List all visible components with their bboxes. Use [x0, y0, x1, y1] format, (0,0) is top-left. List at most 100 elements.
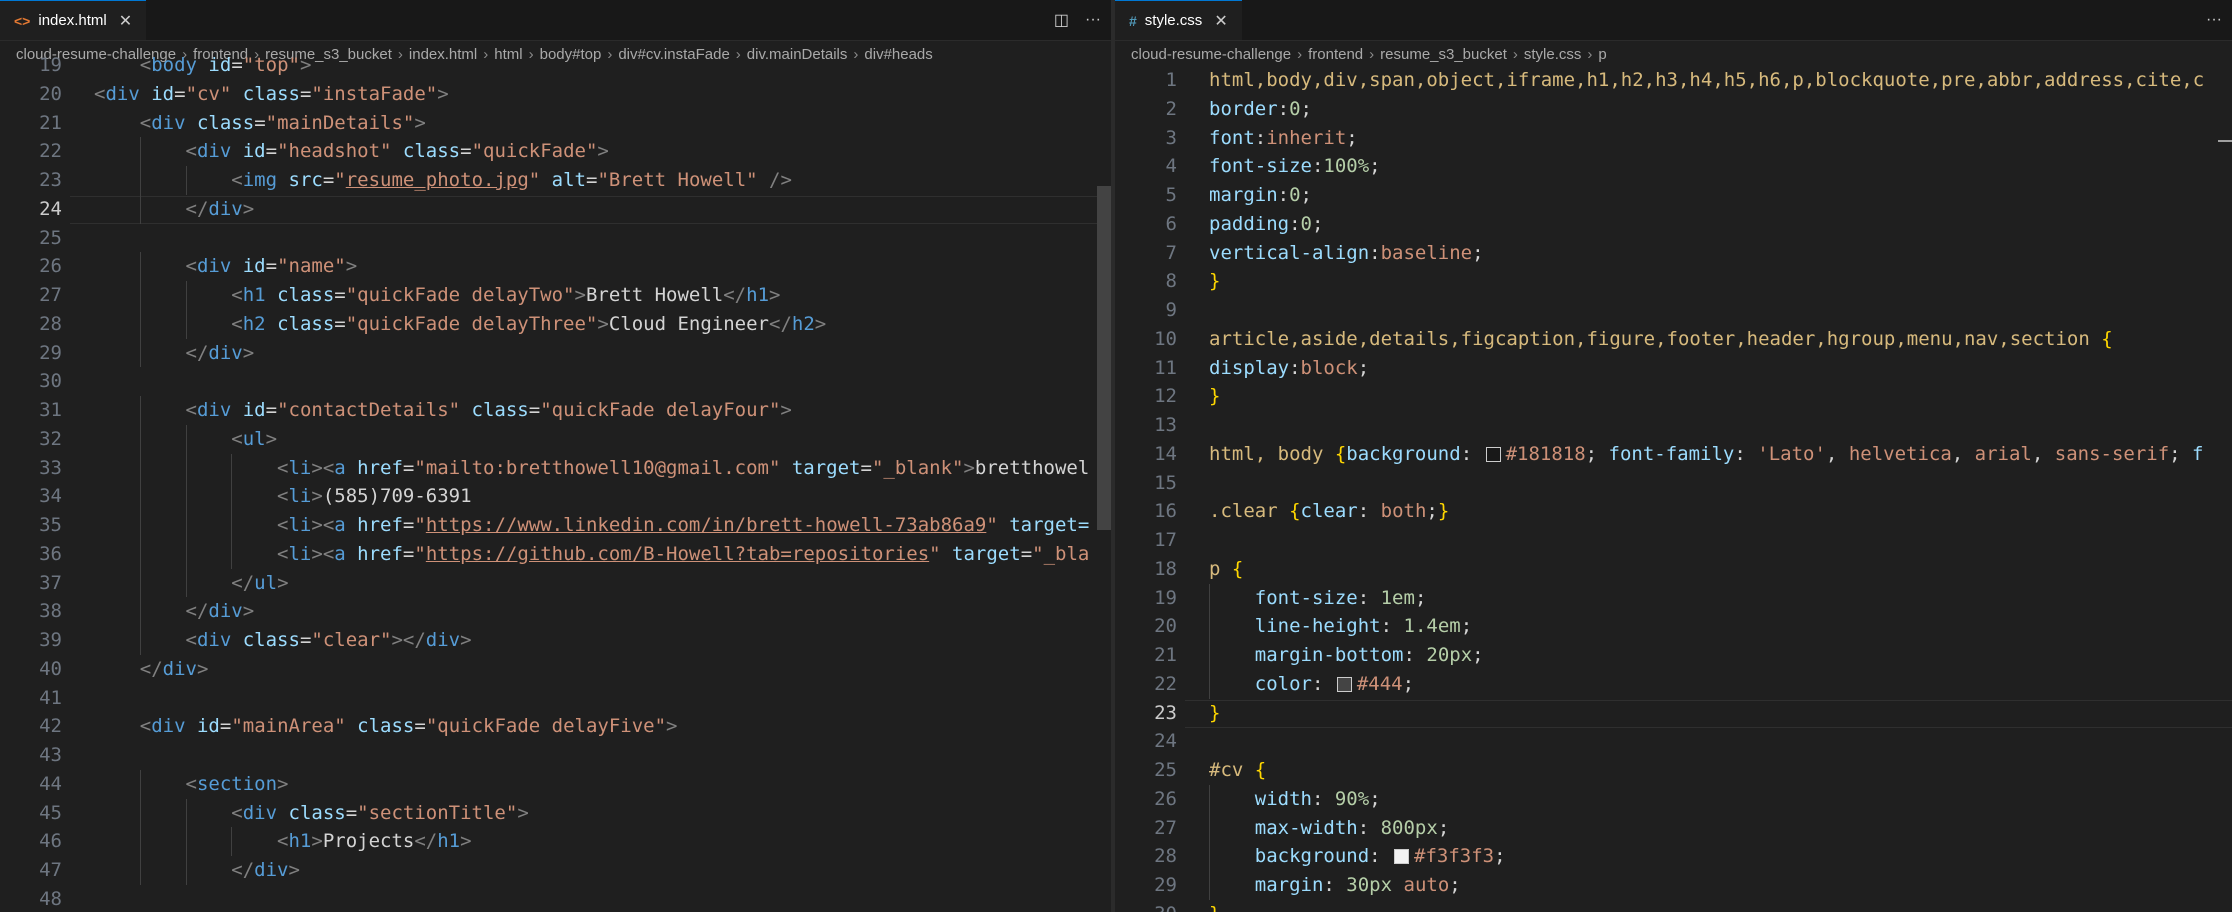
code-line[interactable]: 45 <div class="sectionTitle">: [0, 799, 1111, 828]
code-line[interactable]: 33 <li><a href="mailto:bretthowell10@gma…: [0, 454, 1111, 483]
code-line[interactable]: 27 max-width: 800px;: [1115, 814, 2232, 843]
code-line[interactable]: 26 width: 90%;: [1115, 785, 2232, 814]
code-token: ;: [1449, 874, 1461, 896]
code-line[interactable]: 46 <h1>Projects</h1>: [0, 827, 1111, 856]
code-line[interactable]: 40 </div>: [0, 655, 1111, 684]
code-line[interactable]: 31 <div id="contactDetails" class="quick…: [0, 396, 1111, 425]
breadcrumb-item[interactable]: resume_s3_bucket: [1380, 46, 1507, 63]
close-icon[interactable]: ✕: [1214, 11, 1227, 31]
code-token: id: [139, 82, 175, 105]
more-actions-icon[interactable]: ···: [2206, 11, 2222, 29]
tab-style-css[interactable]: # style.css ✕: [1115, 0, 1242, 40]
code-line[interactable]: 26 <div id="name">: [0, 252, 1111, 281]
code-line[interactable]: 36 <li><a href="https://github.com/B-How…: [0, 540, 1111, 569]
code-line[interactable]: 1 html,body,div,span,object,iframe,h1,h2,…: [1115, 66, 2232, 95]
close-icon[interactable]: ✕: [119, 11, 132, 31]
code-line[interactable]: 10 article,aside,details,figcaption,figur…: [1115, 325, 2232, 354]
code-line[interactable]: 28 background: #f3f3f3;: [1115, 842, 2232, 871]
scrollbar-thumb[interactable]: [1097, 186, 1111, 530]
code-line[interactable]: 19 font-size: 1em;: [1115, 584, 2232, 613]
code-line[interactable]: 11 display:block;: [1115, 354, 2232, 383]
code-token: </: [231, 571, 255, 594]
code-line[interactable]: 29 </div>: [0, 339, 1111, 368]
code-token: h2: [791, 312, 815, 335]
code-text: </div>: [94, 655, 209, 684]
code-line[interactable]: 41: [0, 684, 1111, 713]
breadcrumb-item[interactable]: cloud-resume-challenge: [1131, 46, 1291, 63]
code-line[interactable]: 29 margin: 30px auto;: [1115, 871, 2232, 900]
code-line[interactable]: 34 <li>(585)709-6391: [0, 482, 1111, 511]
code-line[interactable]: 39 <div class="clear"></div>: [0, 626, 1111, 655]
code-token: <: [185, 772, 197, 795]
code-line[interactable]: 20 <div id="cv" class="instaFade">: [0, 80, 1111, 109]
code-line[interactable]: 30}: [1115, 900, 2232, 912]
line-number: 22: [39, 140, 62, 163]
code-editor[interactable]: 1 html,body,div,span,object,iframe,h1,h2,…: [1115, 66, 2232, 912]
code-line[interactable]: 27 <h1 class="quickFade delayTwo">Brett …: [0, 281, 1111, 310]
breadcrumb-item[interactable]: p: [1598, 46, 1606, 63]
code-line[interactable]: 9: [1115, 296, 2232, 325]
color-swatch[interactable]: [1485, 446, 1501, 462]
code-line[interactable]: 16 .clear {clear: both;}: [1115, 497, 2232, 526]
code-line[interactable]: 24: [1115, 727, 2232, 756]
color-swatch[interactable]: [1394, 849, 1410, 865]
code-line[interactable]: 37 </ul>: [0, 569, 1111, 598]
code-line[interactable]: 44 <section>: [0, 770, 1111, 799]
indent-guide: [185, 281, 187, 310]
color-swatch[interactable]: [1336, 676, 1352, 692]
code-line[interactable]: 21 margin-bottom: 20px;: [1115, 641, 2232, 670]
code-line[interactable]: 12}: [1115, 382, 2232, 411]
code-line[interactable]: 42 <div id="mainArea" class="quickFade d…: [0, 712, 1111, 741]
code-line[interactable]: 21 <div class="mainDetails">: [0, 109, 1111, 138]
code-text: <h1>Projects</h1>: [94, 827, 472, 856]
split-editor-icon[interactable]: ◫: [1054, 10, 1069, 30]
code-line[interactable]: 24 </div>: [0, 195, 1111, 224]
line-number: 24: [39, 197, 62, 220]
code-token: }: [1209, 385, 1221, 408]
code-line[interactable]: 3 font:inherit;: [1115, 124, 2232, 153]
code-line[interactable]: 38 </div>: [0, 597, 1111, 626]
code-token: <: [185, 629, 197, 651]
code-line[interactable]: 20 line-height: 1.4em;: [1115, 612, 2232, 641]
code-line[interactable]: 15: [1115, 469, 2232, 498]
code-line[interactable]: 43: [0, 741, 1111, 770]
code-line[interactable]: 48: [0, 885, 1111, 912]
line-number: 13: [1154, 414, 1177, 436]
code-line[interactable]: 18 p {: [1115, 555, 2232, 584]
more-actions-icon[interactable]: ···: [1085, 11, 1101, 29]
code-line[interactable]: 19 <body id="top">: [0, 51, 1111, 80]
breadcrumb-item[interactable]: style.css: [1524, 46, 1582, 63]
code-line[interactable]: 28 <h2 class="quickFade delayThree">Clou…: [0, 310, 1111, 339]
code-line[interactable]: 17: [1115, 526, 2232, 555]
code-token: :: [1311, 155, 1324, 178]
code-line[interactable]: 25: [0, 224, 1111, 253]
right-editor-group: # style.css ✕ ··· cloud-resume-challenge…: [1115, 0, 2232, 912]
code-line[interactable]: 13: [1115, 411, 2232, 440]
code-line[interactable]: 22 <div id="headshot" class="quickFade">: [0, 137, 1111, 166]
code-editor[interactable]: 19 <body id="top"> 20 <div id="cv" class="…: [0, 54, 1111, 912]
breadcrumb-label: frontend: [1308, 45, 1364, 63]
code-line[interactable]: 5 margin:0;: [1115, 181, 2232, 210]
code-line[interactable]: 8}: [1115, 267, 2232, 296]
code-line[interactable]: 7 vertical-align:baseline;: [1115, 239, 2232, 268]
code-line[interactable]: 35 <li><a href="https://www.linkedin.com…: [0, 511, 1111, 540]
breadcrumb-item[interactable]: frontend: [1308, 46, 1363, 63]
code-line[interactable]: 2 border:0;: [1115, 95, 2232, 124]
code-line[interactable]: 30: [0, 367, 1111, 396]
code-line[interactable]: 23}: [1115, 699, 2232, 728]
code-token: target=: [997, 514, 1090, 536]
code-line[interactable]: 25 #cv {: [1115, 756, 2232, 785]
tab-index-html[interactable]: <> index.html ✕: [0, 0, 147, 40]
code-text: border:0;: [1209, 95, 1312, 124]
code-line[interactable]: 14 html, body {background: #181818; font-…: [1115, 440, 2232, 469]
code-line[interactable]: 6 padding:0;: [1115, 210, 2232, 239]
code-line[interactable]: 4 font-size:100%;: [1115, 152, 2232, 181]
code-token: ;: [1369, 787, 1381, 810]
code-line[interactable]: 32 <ul>: [0, 425, 1111, 454]
code-token: :: [1369, 241, 1381, 264]
code-line[interactable]: 47 </div>: [0, 856, 1111, 885]
code-line[interactable]: 23 <img src="resume_photo.jpg" alt="Bret…: [0, 166, 1111, 195]
code-line[interactable]: 22 color: #444;: [1115, 670, 2232, 699]
code-token: 1.4em: [1403, 615, 1461, 638]
